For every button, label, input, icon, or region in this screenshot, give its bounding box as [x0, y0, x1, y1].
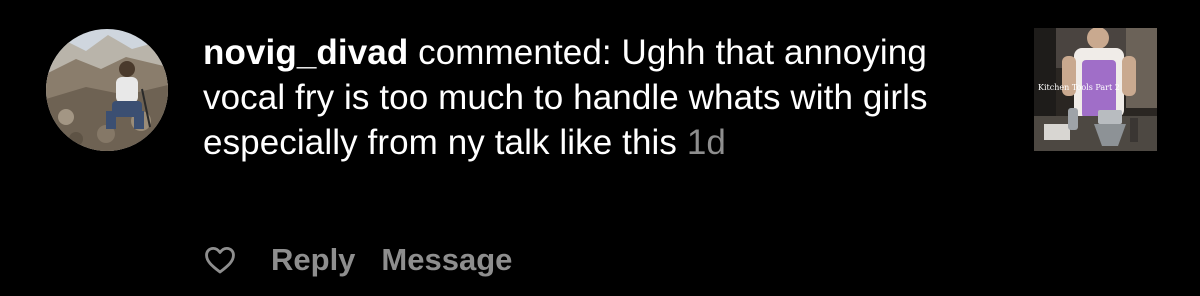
avatar-photo	[46, 29, 168, 151]
comment-timestamp: 1d	[686, 123, 726, 162]
comment-text: novig_divad commented: Ughh that annoyin…	[203, 30, 1003, 165]
comment-username[interactable]: novig_divad	[203, 33, 408, 72]
reply-button[interactable]: Reply	[271, 242, 355, 278]
comment-actions: Reply Message	[203, 240, 538, 280]
heart-outline-icon[interactable]	[203, 243, 237, 277]
avatar[interactable]	[46, 29, 168, 151]
message-button[interactable]: Message	[381, 242, 512, 278]
thumbnail-caption: Kitchen Tools Part 2	[1038, 83, 1120, 92]
post-thumbnail[interactable]: Kitchen Tools Part 2	[1034, 28, 1157, 151]
